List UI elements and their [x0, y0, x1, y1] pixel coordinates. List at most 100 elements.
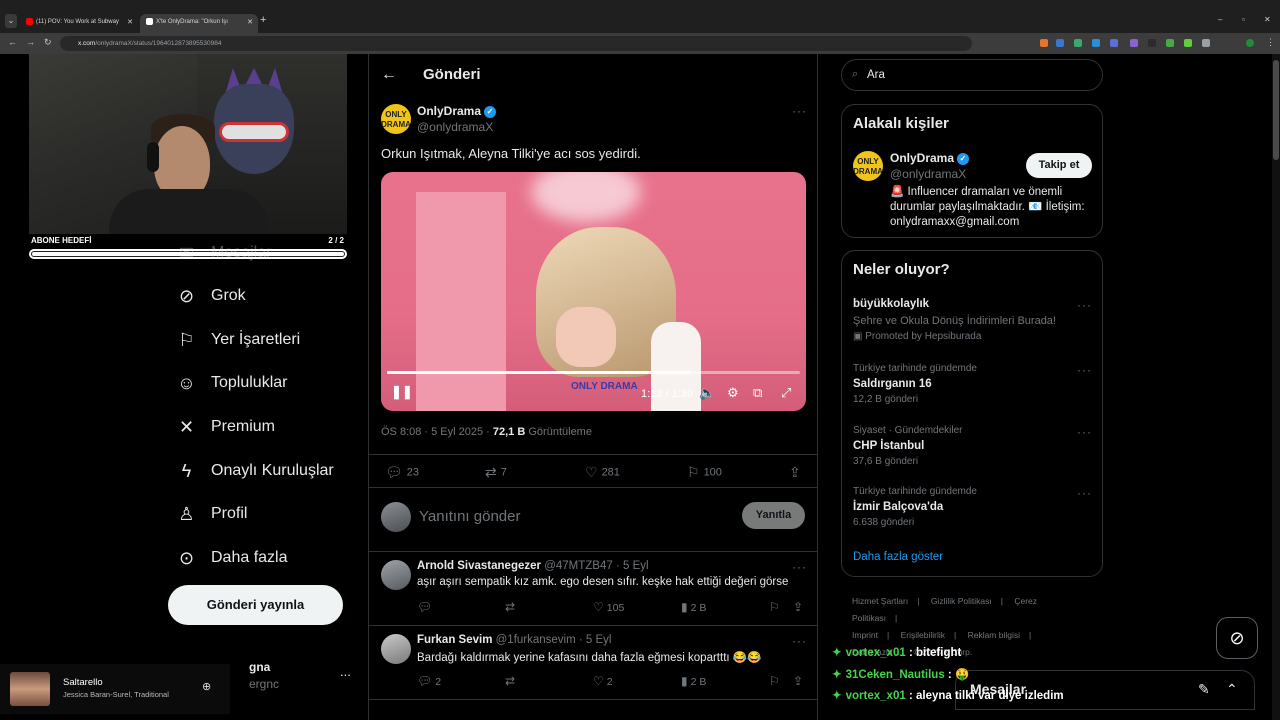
extension-icon[interactable]	[1092, 39, 1100, 47]
extension-icon[interactable]	[1148, 39, 1156, 47]
reply-button[interactable]: Yanıtla	[742, 502, 805, 529]
reply-reply-icon[interactable]: 💬︎	[417, 600, 435, 614]
url-field[interactable]: x.com/onlydramaX/status/1964012873895530…	[60, 36, 972, 51]
extension-icon[interactable]	[1184, 39, 1192, 47]
pause-icon[interactable]: ❚❚	[391, 384, 413, 400]
video-progress-bar[interactable]	[387, 371, 800, 374]
reply-avatar[interactable]	[381, 560, 411, 590]
extension-icon[interactable]	[1110, 39, 1118, 47]
trend-more-icon[interactable]: ···	[1077, 425, 1092, 439]
plus-circle-icon[interactable]: ⊕	[202, 680, 211, 693]
account-handle[interactable]: ergnc	[249, 677, 279, 691]
reply-repost-icon[interactable]: ⇄	[505, 674, 518, 688]
tab-search-icon[interactable]: ⌄	[5, 14, 17, 28]
new-message-icon[interactable]: ✎	[1198, 681, 1210, 698]
extension-icon[interactable]	[1056, 39, 1064, 47]
close-tab-icon[interactable]: ✕	[127, 14, 133, 31]
reply-like-action[interactable]: ♡ 2	[593, 674, 613, 688]
nav-grok[interactable]: ⊘ Grok	[176, 281, 246, 311]
settings-gear-icon[interactable]: ⚙	[727, 385, 739, 401]
back-arrow-icon[interactable]: ←	[381, 66, 397, 84]
bookmark-action[interactable]: ⚐ 100	[687, 464, 722, 481]
reply-repost-icon[interactable]: ⇄	[505, 600, 518, 614]
show-more-link[interactable]: Daha fazla göster	[853, 551, 943, 563]
tweet-more-icon[interactable]: ···	[792, 104, 807, 118]
trend-more-icon[interactable]: ···	[1077, 298, 1092, 312]
nav-profile[interactable]: ♙ Profil	[176, 499, 247, 529]
reply-bookmark-icon[interactable]: ⚐	[769, 674, 783, 688]
nav-communities[interactable]: ☺ Topluluklar	[176, 368, 287, 398]
footer-link[interactable]: Gizlilik Politikası	[931, 596, 992, 606]
trend-more-icon[interactable]: ···	[1077, 486, 1092, 500]
search-input[interactable]: ⌕ Ara	[841, 59, 1103, 91]
author-handle[interactable]: @onlydramaX	[417, 120, 493, 134]
reply-item[interactable]: Furkan Sevim @1furkansevim · 5 Eyl ··· B…	[369, 626, 817, 700]
follow-button[interactable]: Takip et	[1026, 153, 1092, 178]
browser-menu-icon[interactable]: ⋮	[1266, 37, 1275, 48]
forward-icon[interactable]: →	[26, 37, 35, 47]
reply-share-icon[interactable]: ⇪	[793, 674, 806, 688]
account-name[interactable]: gna	[249, 660, 270, 674]
minimize-button[interactable]: –	[1218, 15, 1222, 24]
reply-views-action[interactable]: ▮ 2 B	[681, 600, 706, 614]
share-action[interactable]: ⇪	[789, 464, 805, 481]
fullscreen-icon[interactable]: ⤢	[781, 385, 791, 401]
trend-more-icon[interactable]: ···	[1077, 363, 1092, 377]
reply-author-name[interactable]: Furkan Sevim	[417, 634, 492, 646]
reply-share-icon[interactable]: ⇪	[793, 600, 806, 614]
reply-item[interactable]: Arnold Sivastanegezer @47MTZB47 · 5 Eyl …	[369, 552, 817, 626]
back-icon[interactable]: ←	[8, 37, 17, 47]
trend-item[interactable]: Türkiye tarihinde gündemde İzmir Balçova…	[853, 486, 1093, 528]
reply-bookmark-icon[interactable]: ⚐	[769, 600, 783, 614]
page-scrollbar[interactable]	[1272, 54, 1280, 720]
reply-avatar[interactable]	[381, 634, 411, 664]
reply-like-action[interactable]: ♡ 105	[593, 600, 624, 614]
close-tab-icon[interactable]: ✕	[247, 14, 253, 31]
reply-more-icon[interactable]: ···	[792, 634, 807, 648]
extension-icon[interactable]	[1074, 39, 1082, 47]
nav-bookmarks[interactable]: ⚐ Yer İşaretleri	[176, 325, 300, 355]
repost-action[interactable]: ⇄ 7	[485, 464, 507, 481]
like-action[interactable]: ♡ 281	[585, 464, 620, 481]
nav-premium[interactable]: ✕ Premium	[176, 412, 275, 442]
related-avatar[interactable]: ONLY DRAMA	[853, 151, 883, 181]
footer-link[interactable]: Reklam bilgisi	[968, 630, 1020, 640]
picture-in-picture-icon[interactable]: ⧉	[753, 385, 762, 401]
maximize-button[interactable]: ▫	[1242, 15, 1245, 24]
related-handle[interactable]: @onlydramaX	[890, 167, 966, 181]
volume-icon[interactable]: 🔈	[699, 385, 715, 401]
extension-icon[interactable]	[1130, 39, 1138, 47]
profile-avatar-icon[interactable]	[1246, 39, 1254, 47]
reply-author-name[interactable]: Arnold Sivastanegezer	[417, 560, 541, 572]
reply-more-icon[interactable]: ···	[792, 560, 807, 574]
video-player[interactable]: ONLY DRAMA ❚❚ 1:13 / 1:39 🔈 ⚙ ⧉ ⤢	[381, 172, 806, 411]
account-more-icon[interactable]: ...	[340, 664, 351, 679]
reply-views-action[interactable]: ▮ 2 B	[681, 674, 706, 688]
post-button[interactable]: Gönderi yayınla	[168, 585, 343, 625]
browser-tab-youtube[interactable]: (11) POV: You Work at Subway ✕	[20, 14, 138, 33]
trend-item[interactable]: büyükkolaylık Şehre ve Okula Dönüş İndir…	[853, 298, 1093, 342]
nav-more[interactable]: ⊙ Daha fazla	[176, 543, 288, 573]
author-name[interactable]: OnlyDrama ✓	[417, 104, 497, 118]
reply-action[interactable]: 💬︎ 23	[385, 464, 419, 481]
extension-icon[interactable]	[1166, 39, 1174, 47]
trend-item[interactable]: Siyaset · Gündemdekiler CHP İstanbul 37,…	[853, 425, 1093, 467]
trend-item[interactable]: Türkiye tarihinde gündemde Saldırganın 1…	[853, 363, 1093, 405]
close-window-button[interactable]: ✕	[1264, 15, 1271, 24]
expand-up-icon[interactable]: ⌃	[1226, 681, 1238, 698]
extension-icon[interactable]	[1040, 39, 1048, 47]
footer-link[interactable]: Erişilebilirlik	[901, 630, 945, 640]
author-avatar[interactable]: ONLY DRAMA	[381, 104, 411, 134]
reload-icon[interactable]: ↻	[44, 37, 52, 48]
reply-input[interactable]: Yanıtını gönder	[419, 508, 520, 525]
related-name[interactable]: OnlyDrama ✓	[890, 151, 970, 165]
browser-tab-x[interactable]: X'te OnlyDrama: "Orkun Işı ✕	[140, 14, 258, 33]
scroll-thumb[interactable]	[1273, 60, 1279, 160]
footer-link[interactable]: Imprint	[852, 630, 878, 640]
nav-verified-orgs[interactable]: ϟ Onaylı Kuruluşlar	[176, 456, 334, 486]
reply-reply-action[interactable]: 💬︎ 2	[417, 674, 441, 688]
new-tab-button[interactable]: +	[260, 14, 266, 26]
grok-floating-button[interactable]: ⊘	[1216, 617, 1258, 659]
footer-link[interactable]: Hizmet Şartları	[852, 596, 908, 606]
nav-messages[interactable]: ✉ Mesajlar	[176, 238, 272, 268]
